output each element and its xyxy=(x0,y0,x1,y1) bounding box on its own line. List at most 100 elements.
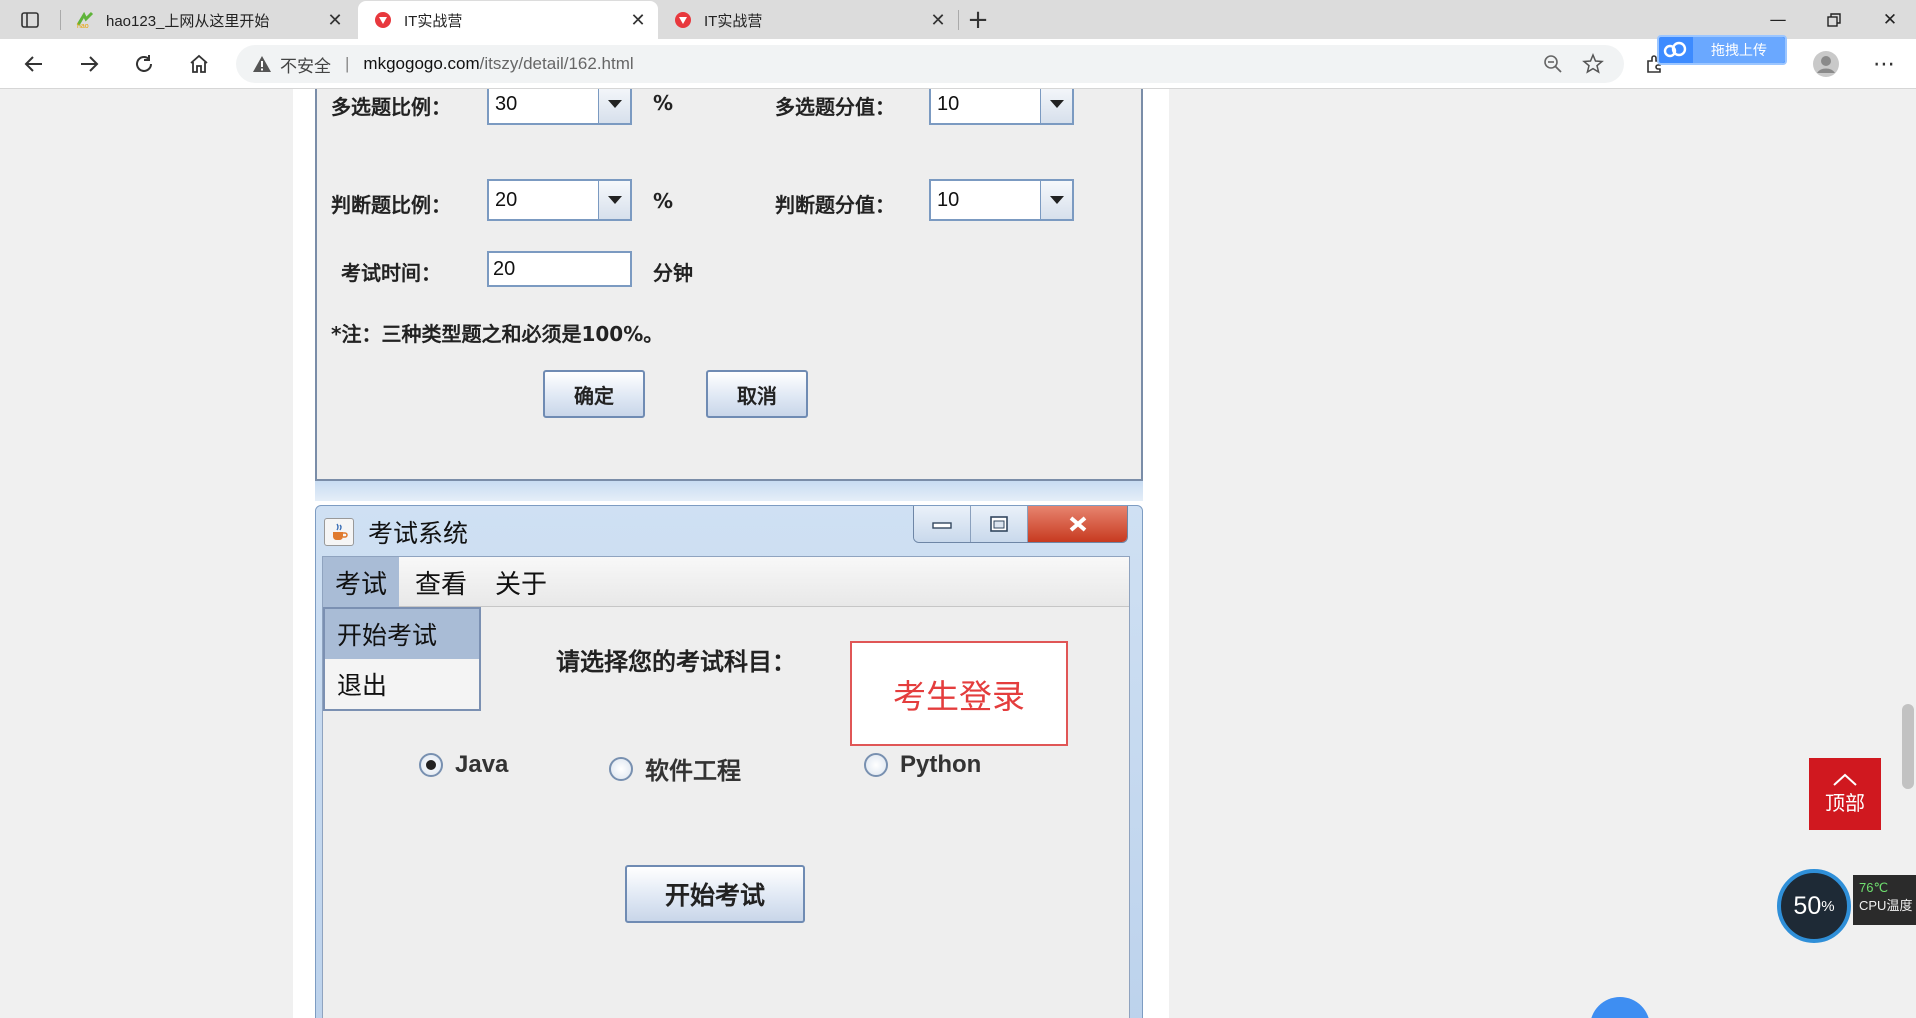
warning-icon[interactable] xyxy=(252,54,272,74)
close-tab-icon[interactable]: ✕ xyxy=(624,6,652,34)
percent-unit: % xyxy=(653,91,674,115)
to-top-label: 顶部 xyxy=(1825,790,1865,815)
close-window-button[interactable]: ✕ xyxy=(1866,0,1914,39)
home-button[interactable] xyxy=(181,46,217,82)
exam-time-input[interactable]: 20 xyxy=(487,251,632,287)
tab-it-camp[interactable]: IT实战营 ✕ xyxy=(658,1,958,39)
cloud-upload-icon xyxy=(1659,41,1693,59)
url-path: /itszy/detail/162.html xyxy=(479,54,634,73)
tab-title: IT实战营 xyxy=(404,12,463,30)
java-cup-icon xyxy=(324,518,354,546)
restore-window-button[interactable] xyxy=(1810,0,1858,39)
it-camp-icon xyxy=(374,11,392,29)
tab-actions-icon[interactable] xyxy=(12,2,48,38)
close-icon[interactable] xyxy=(1028,506,1127,542)
back-to-top-button[interactable]: 顶部 xyxy=(1809,758,1881,830)
tab-hao123[interactable]: hao hao123_上网从这里开始 ✕ xyxy=(60,1,355,39)
tab-it-camp-active[interactable]: IT实战营 ✕ xyxy=(358,1,658,39)
window-title: 考试系统 xyxy=(368,519,469,548)
url-host: mkgogogo.com xyxy=(363,54,480,73)
profile-avatar[interactable] xyxy=(1808,46,1844,82)
menu-exam[interactable]: 考试 xyxy=(323,557,400,607)
menu-bar: 考试 查看 关于 xyxy=(323,557,1129,607)
radio-unselected-icon xyxy=(609,756,633,781)
radio-software-engineering[interactable]: 软件工程 xyxy=(609,751,741,786)
menu-item-exit[interactable]: 退出 xyxy=(325,659,479,709)
radio-label: 软件工程 xyxy=(645,757,741,785)
browser-tab-bar: hao hao123_上网从这里开始 ✕ IT实战营 ✕ IT实战营 ✕ + —… xyxy=(0,0,1916,39)
chevron-down-icon[interactable] xyxy=(1040,89,1072,123)
svg-text:hao: hao xyxy=(77,23,89,29)
scrollbar-thumb[interactable] xyxy=(1902,704,1914,789)
combo-value: 30 xyxy=(495,92,518,115)
combo-value: 20 xyxy=(495,188,518,211)
combo-value: 10 xyxy=(937,188,960,211)
ok-button[interactable]: 确定 xyxy=(543,370,645,418)
multi-score-label: 多选题分值： xyxy=(775,95,895,119)
floating-chat-bubble[interactable] xyxy=(1590,997,1650,1018)
maximize-icon[interactable] xyxy=(971,506,1028,542)
tab-title: IT实战营 xyxy=(704,12,763,30)
percent-unit: % xyxy=(653,189,674,213)
start-exam-button[interactable]: 开始考试 xyxy=(625,865,805,923)
address-bar[interactable]: 不安全 | mkgogogo.com/itszy/detail/162.html xyxy=(236,45,1624,83)
cpu-usage-gauge: 50% xyxy=(1777,869,1851,943)
more-menu-icon[interactable]: ⋯ xyxy=(1866,46,1902,82)
drag-upload-widget[interactable]: 拖拽上传 xyxy=(1657,35,1787,65)
radio-label: Java xyxy=(455,751,509,778)
multi-score-combo[interactable]: 10 xyxy=(929,89,1074,125)
chevron-down-icon[interactable] xyxy=(598,89,630,123)
menu-item-start-exam[interactable]: 开始考试 xyxy=(325,609,479,659)
exam-settings-dialog: 多选题比例： 30 % 多选题分值： 10 判断题比例： 20 % 判断题分值：… xyxy=(315,89,1143,481)
minimize-window-button[interactable]: — xyxy=(1754,0,1802,39)
radio-python[interactable]: Python xyxy=(864,751,981,779)
new-tab-button[interactable]: + xyxy=(960,2,996,38)
cpu-temp-value: 76℃ xyxy=(1859,880,1889,895)
forward-button[interactable] xyxy=(71,46,107,82)
zoom-icon[interactable] xyxy=(1542,53,1564,80)
radio-label: Python xyxy=(900,751,982,778)
ratio-note: *注：三种类型题之和必须是100%。 xyxy=(331,322,664,346)
chevron-down-icon[interactable] xyxy=(598,181,630,219)
judge-ratio-label: 判断题比例： xyxy=(331,193,451,217)
add-favorite-icon[interactable] xyxy=(1582,53,1604,80)
radio-java[interactable]: Java xyxy=(419,751,508,779)
multi-ratio-combo[interactable]: 30 xyxy=(487,89,632,125)
menu-view[interactable]: 查看 xyxy=(403,557,479,607)
subject-prompt: 请选择您的考试科目： xyxy=(556,648,796,676)
tab-title: hao123_上网从这里开始 xyxy=(106,12,270,30)
it-camp-icon xyxy=(674,11,692,29)
candidate-login-label[interactable]: 考生登录 xyxy=(850,641,1068,746)
exam-system-window: 考试系统 考试 查看 关于 开始考试 退出 请选择您的考试科目： 考生登录 Ja… xyxy=(315,505,1143,1018)
cpu-percent: 50 xyxy=(1793,891,1822,920)
close-tab-icon[interactable]: ✕ xyxy=(321,6,349,34)
exam-time-label: 考试时间： xyxy=(341,261,441,285)
refresh-button[interactable] xyxy=(126,46,162,82)
exam-window-content: 考试 查看 关于 开始考试 退出 请选择您的考试科目： 考生登录 Java 软件… xyxy=(322,556,1130,1018)
radio-selected-icon xyxy=(419,753,443,777)
chevron-down-icon[interactable] xyxy=(1040,181,1072,219)
close-tab-icon[interactable]: ✕ xyxy=(924,6,952,34)
radio-unselected-icon xyxy=(864,753,888,777)
back-button[interactable] xyxy=(16,46,52,82)
combo-value: 10 xyxy=(937,92,960,115)
exam-menu-dropdown: 开始考试 退出 xyxy=(323,607,481,711)
web-page: 多选题比例： 30 % 多选题分值： 10 判断题比例： 20 % 判断题分值：… xyxy=(0,89,1916,1018)
menu-about[interactable]: 关于 xyxy=(483,557,559,607)
upload-label: 拖拽上传 xyxy=(1693,37,1785,63)
cpu-percent-unit: % xyxy=(1821,897,1835,915)
cpu-temp-label: CPU温度 xyxy=(1859,898,1913,913)
judge-score-label: 判断题分值： xyxy=(775,193,895,217)
minute-unit: 分钟 xyxy=(653,261,693,285)
judge-ratio-combo[interactable]: 20 xyxy=(487,179,632,221)
cpu-monitor-widget[interactable]: 50% 76℃ CPU温度 xyxy=(1773,865,1916,943)
security-label: 不安全 xyxy=(280,56,331,76)
window-controls xyxy=(913,506,1128,543)
cpu-temperature-panel: 76℃ CPU温度 xyxy=(1853,875,1916,925)
chevron-up-icon xyxy=(1833,773,1857,786)
cancel-button[interactable]: 取消 xyxy=(706,370,808,418)
judge-score-combo[interactable]: 10 xyxy=(929,179,1074,221)
multi-ratio-label: 多选题比例： xyxy=(331,95,451,119)
hao123-icon: hao xyxy=(76,11,94,29)
minimize-icon[interactable] xyxy=(914,506,971,542)
